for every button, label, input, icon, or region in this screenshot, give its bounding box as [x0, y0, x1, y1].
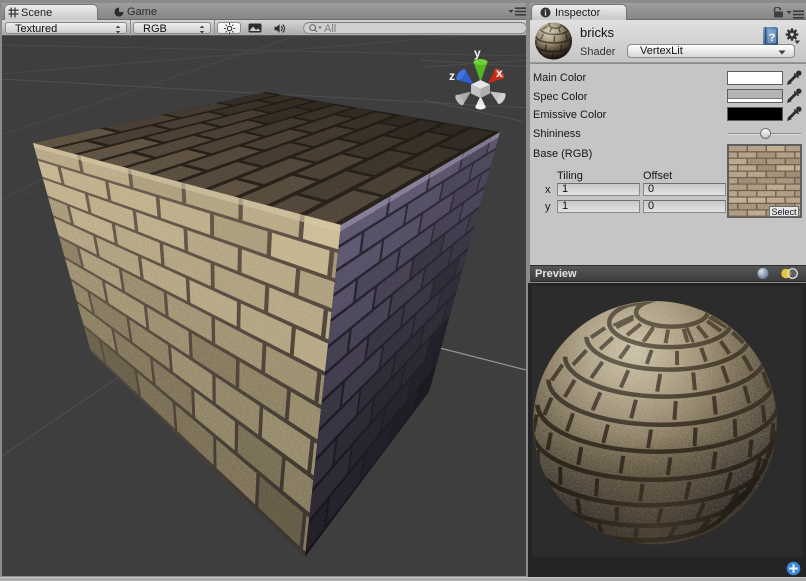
svg-text:?: ? [769, 32, 776, 44]
svg-text:y: y [474, 46, 481, 60]
svg-text:z: z [449, 69, 455, 83]
svg-text:x: x [496, 66, 503, 80]
